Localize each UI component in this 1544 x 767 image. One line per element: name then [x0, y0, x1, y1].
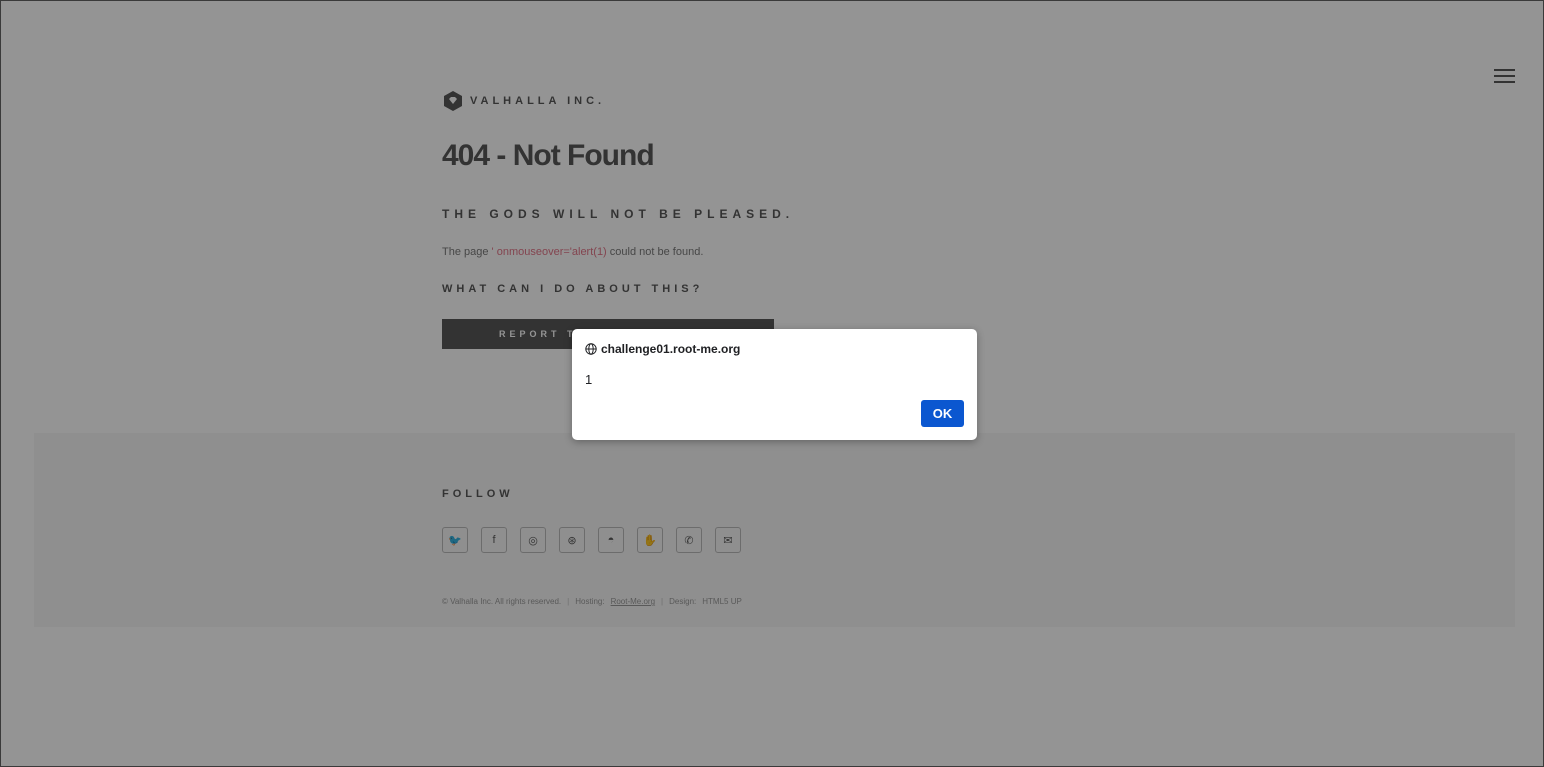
- ok-button[interactable]: OK: [921, 400, 964, 427]
- alert-message: 1: [585, 372, 593, 387]
- globe-icon: [585, 343, 597, 355]
- alert-origin: challenge01.root-me.org: [585, 342, 740, 356]
- alert-origin-host: challenge01.root-me.org: [601, 342, 741, 356]
- alert-dialog: challenge01.root-me.org 1 OK: [572, 329, 977, 440]
- browser-viewport: VALHALLA INC. 404 - Not Found THE GODS W…: [0, 0, 1544, 767]
